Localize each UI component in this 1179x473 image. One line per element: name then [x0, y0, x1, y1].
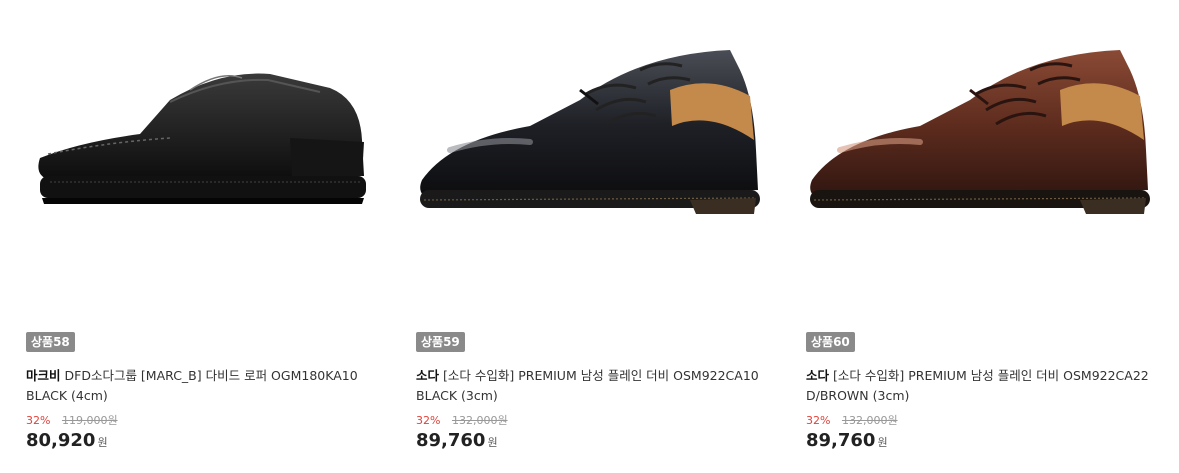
sale-price: 80,920	[26, 430, 96, 451]
product-name-line2: BLACK (3cm)	[416, 388, 498, 403]
product-image[interactable]	[410, 30, 770, 250]
product-card[interactable]: 상품60 소다 [소다 수입화] PREMIUM 남성 플레인 더비 OSM922…	[806, 0, 1176, 473]
price-info: 32% 119,000원	[26, 412, 118, 428]
product-image[interactable]	[800, 30, 1160, 250]
original-price: 119,000원	[61, 414, 118, 427]
product-card[interactable]: 상품58 마크비 DFD소다그룹 [MARC_B] 다비드 로퍼 OGM180KA…	[26, 0, 396, 473]
product-badge: 상품59	[416, 332, 465, 352]
product-brand: 마크비	[26, 368, 61, 383]
product-title[interactable]: 마크비 DFD소다그룹 [MARC_B] 다비드 로퍼 OGM180KA10 BL…	[26, 366, 386, 406]
discount-rate: 32%	[26, 414, 51, 427]
original-price: 132,000원	[841, 414, 898, 427]
original-price: 132,000원	[451, 414, 508, 427]
discount-rate: 32%	[416, 414, 441, 427]
product-grid: 상품58 마크비 DFD소다그룹 [MARC_B] 다비드 로퍼 OGM180KA…	[0, 0, 1179, 473]
sale-price-row: 89,760 원	[806, 430, 888, 451]
product-name-line2: D/BROWN (3cm)	[806, 388, 910, 403]
product-badge: 상품58	[26, 332, 75, 352]
sale-price: 89,760	[416, 430, 486, 451]
discount-rate: 32%	[806, 414, 831, 427]
price-info: 32% 132,000원	[416, 412, 508, 428]
currency-unit: 원	[487, 436, 498, 449]
product-badge: 상품60	[806, 332, 855, 352]
product-image[interactable]	[20, 30, 380, 250]
product-title[interactable]: 소다 [소다 수입화] PREMIUM 남성 플레인 더비 OSM922CA10 …	[416, 366, 776, 406]
product-name-line2: BLACK (4cm)	[26, 388, 108, 403]
sale-price: 89,760	[806, 430, 876, 451]
sale-price-row: 89,760 원	[416, 430, 498, 451]
currency-unit: 원	[877, 436, 888, 449]
product-name: DFD소다그룹 [MARC_B] 다비드 로퍼 OGM180KA10	[64, 368, 358, 383]
product-name: [소다 수입화] PREMIUM 남성 플레인 더비 OSM922CA10	[443, 368, 759, 383]
product-brand: 소다	[806, 368, 830, 383]
currency-unit: 원	[97, 436, 108, 449]
sale-price-row: 80,920 원	[26, 430, 108, 451]
product-name: [소다 수입화] PREMIUM 남성 플레인 더비 OSM922CA22	[833, 368, 1149, 383]
product-title[interactable]: 소다 [소다 수입화] PREMIUM 남성 플레인 더비 OSM922CA22 …	[806, 366, 1166, 406]
product-brand: 소다	[416, 368, 440, 383]
product-card[interactable]: 상품59 소다 [소다 수입화] PREMIUM 남성 플레인 더비 OSM922…	[416, 0, 786, 473]
price-info: 32% 132,000원	[806, 412, 898, 428]
